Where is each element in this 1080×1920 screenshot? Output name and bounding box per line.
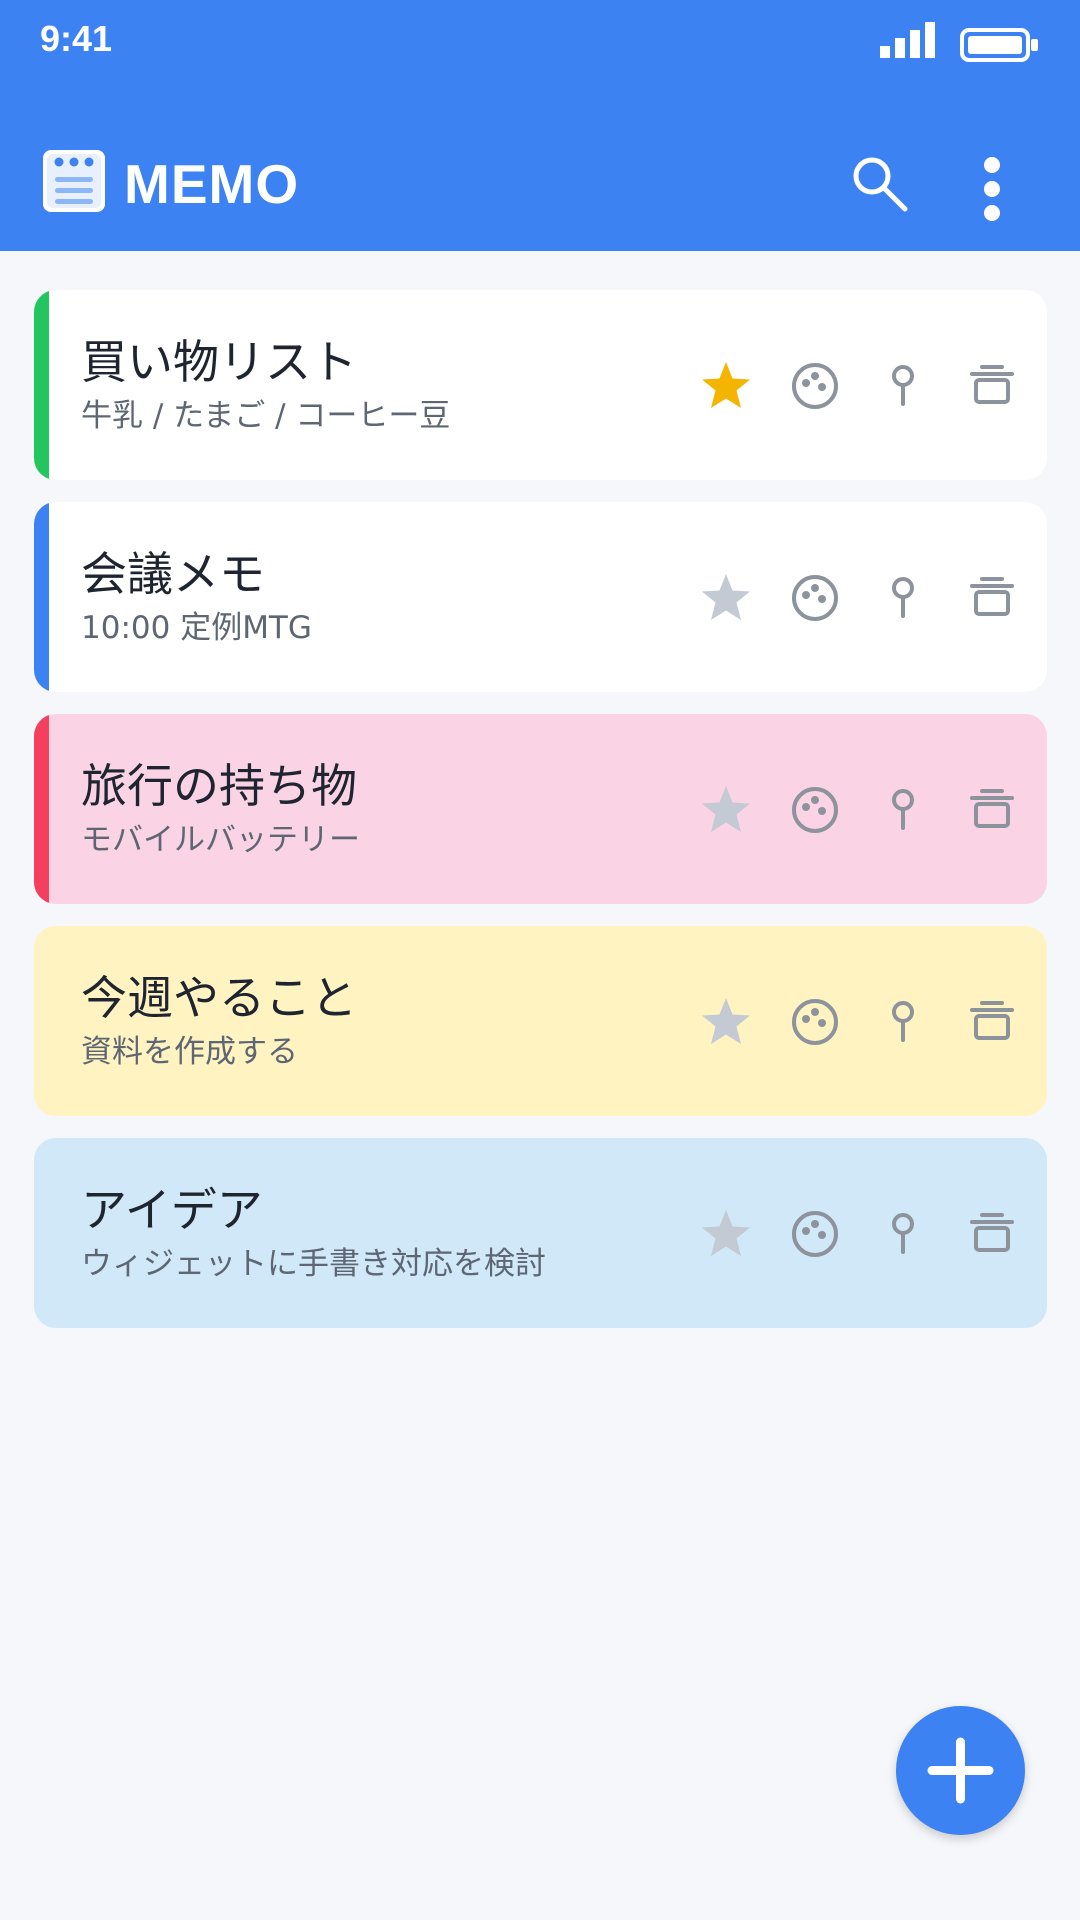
memo-preview: 資料を作成する — [81, 1034, 298, 1070]
star-button[interactable] — [698, 994, 754, 1050]
memo-card[interactable]: 買い物リスト 牛乳 / たまご / コーヒー豆 — [34, 290, 1047, 480]
signal-icon — [878, 22, 936, 62]
color-button[interactable] — [787, 358, 843, 414]
palette-icon — [792, 363, 838, 409]
memo-accent-bar — [34, 290, 49, 480]
palette-icon — [792, 1211, 838, 1257]
add-memo-button[interactable] — [896, 1706, 1025, 1835]
memo-preview: 牛乳 / たまご / コーヒー豆 — [81, 398, 451, 434]
delete-icon — [970, 577, 1014, 616]
palette-icon — [792, 575, 838, 621]
battery-icon — [960, 28, 1040, 66]
pin-button[interactable] — [875, 358, 931, 414]
color-button[interactable] — [787, 570, 843, 626]
memo-preview: 10:00 定例MTG — [81, 610, 312, 646]
memo-title: 今週やること — [81, 971, 357, 1025]
app-bar: 9:41 MEMO — [0, 0, 1080, 251]
memo-title: 旅行の持ち物 — [81, 759, 357, 813]
more-options-button[interactable] — [970, 154, 1014, 224]
pin-button[interactable] — [875, 994, 931, 1050]
color-button[interactable] — [787, 1206, 843, 1262]
memo-list: 買い物リスト 牛乳 / たまご / コーヒー豆 会議メモ 10:00 定例MTG… — [34, 290, 1047, 1350]
memo-preview: モバイルバッテリー — [81, 822, 360, 858]
delete-icon — [970, 365, 1014, 404]
pin-button[interactable] — [875, 782, 931, 838]
memo-title: 買い物リスト — [81, 335, 357, 389]
delete-button[interactable] — [964, 994, 1020, 1050]
delete-button[interactable] — [964, 570, 1020, 626]
star-icon — [702, 574, 750, 620]
memo-accent-bar — [34, 502, 49, 692]
memo-card[interactable]: 今週やること 資料を作成する — [34, 926, 1047, 1116]
memo-title: アイデア — [81, 1183, 263, 1237]
star-button[interactable] — [698, 782, 754, 838]
delete-button[interactable] — [964, 1206, 1020, 1262]
star-icon — [702, 998, 750, 1044]
memo-accent-bar — [34, 714, 49, 904]
pin-icon — [892, 1213, 914, 1254]
memo-card[interactable]: 旅行の持ち物 モバイルバッテリー — [34, 714, 1047, 904]
memo-title: 会議メモ — [81, 547, 265, 601]
status-time: 9:41 — [40, 18, 113, 59]
plus-icon — [927, 1737, 994, 1804]
pin-icon — [892, 365, 914, 406]
star-button[interactable] — [698, 358, 754, 414]
delete-button[interactable] — [964, 782, 1020, 838]
star-button[interactable] — [698, 570, 754, 626]
search-icon — [853, 157, 908, 212]
app-title: MEMO — [124, 153, 300, 215]
pin-icon — [892, 577, 914, 618]
memo-preview: ウィジェットに手書き対応を検討 — [81, 1246, 546, 1282]
delete-icon — [970, 1213, 1014, 1252]
memo-card[interactable]: 会議メモ 10:00 定例MTG — [34, 502, 1047, 692]
more-vertical-icon — [984, 157, 1000, 221]
star-icon — [702, 1210, 750, 1256]
star-button[interactable] — [698, 1206, 754, 1262]
pin-icon — [892, 789, 914, 830]
delete-icon — [970, 1001, 1014, 1040]
color-button[interactable] — [787, 782, 843, 838]
delete-icon — [970, 789, 1014, 828]
pin-button[interactable] — [875, 570, 931, 626]
star-icon — [702, 362, 750, 408]
search-button[interactable] — [850, 154, 910, 214]
pin-button[interactable] — [875, 1206, 931, 1262]
star-icon — [702, 786, 750, 832]
delete-button[interactable] — [964, 358, 1020, 414]
memo-card[interactable]: アイデア ウィジェットに手書き対応を検討 — [34, 1138, 1047, 1328]
notepad-icon — [43, 150, 105, 216]
palette-icon — [792, 999, 838, 1045]
color-button[interactable] — [787, 994, 843, 1050]
pin-icon — [892, 1001, 914, 1042]
palette-icon — [792, 787, 838, 833]
